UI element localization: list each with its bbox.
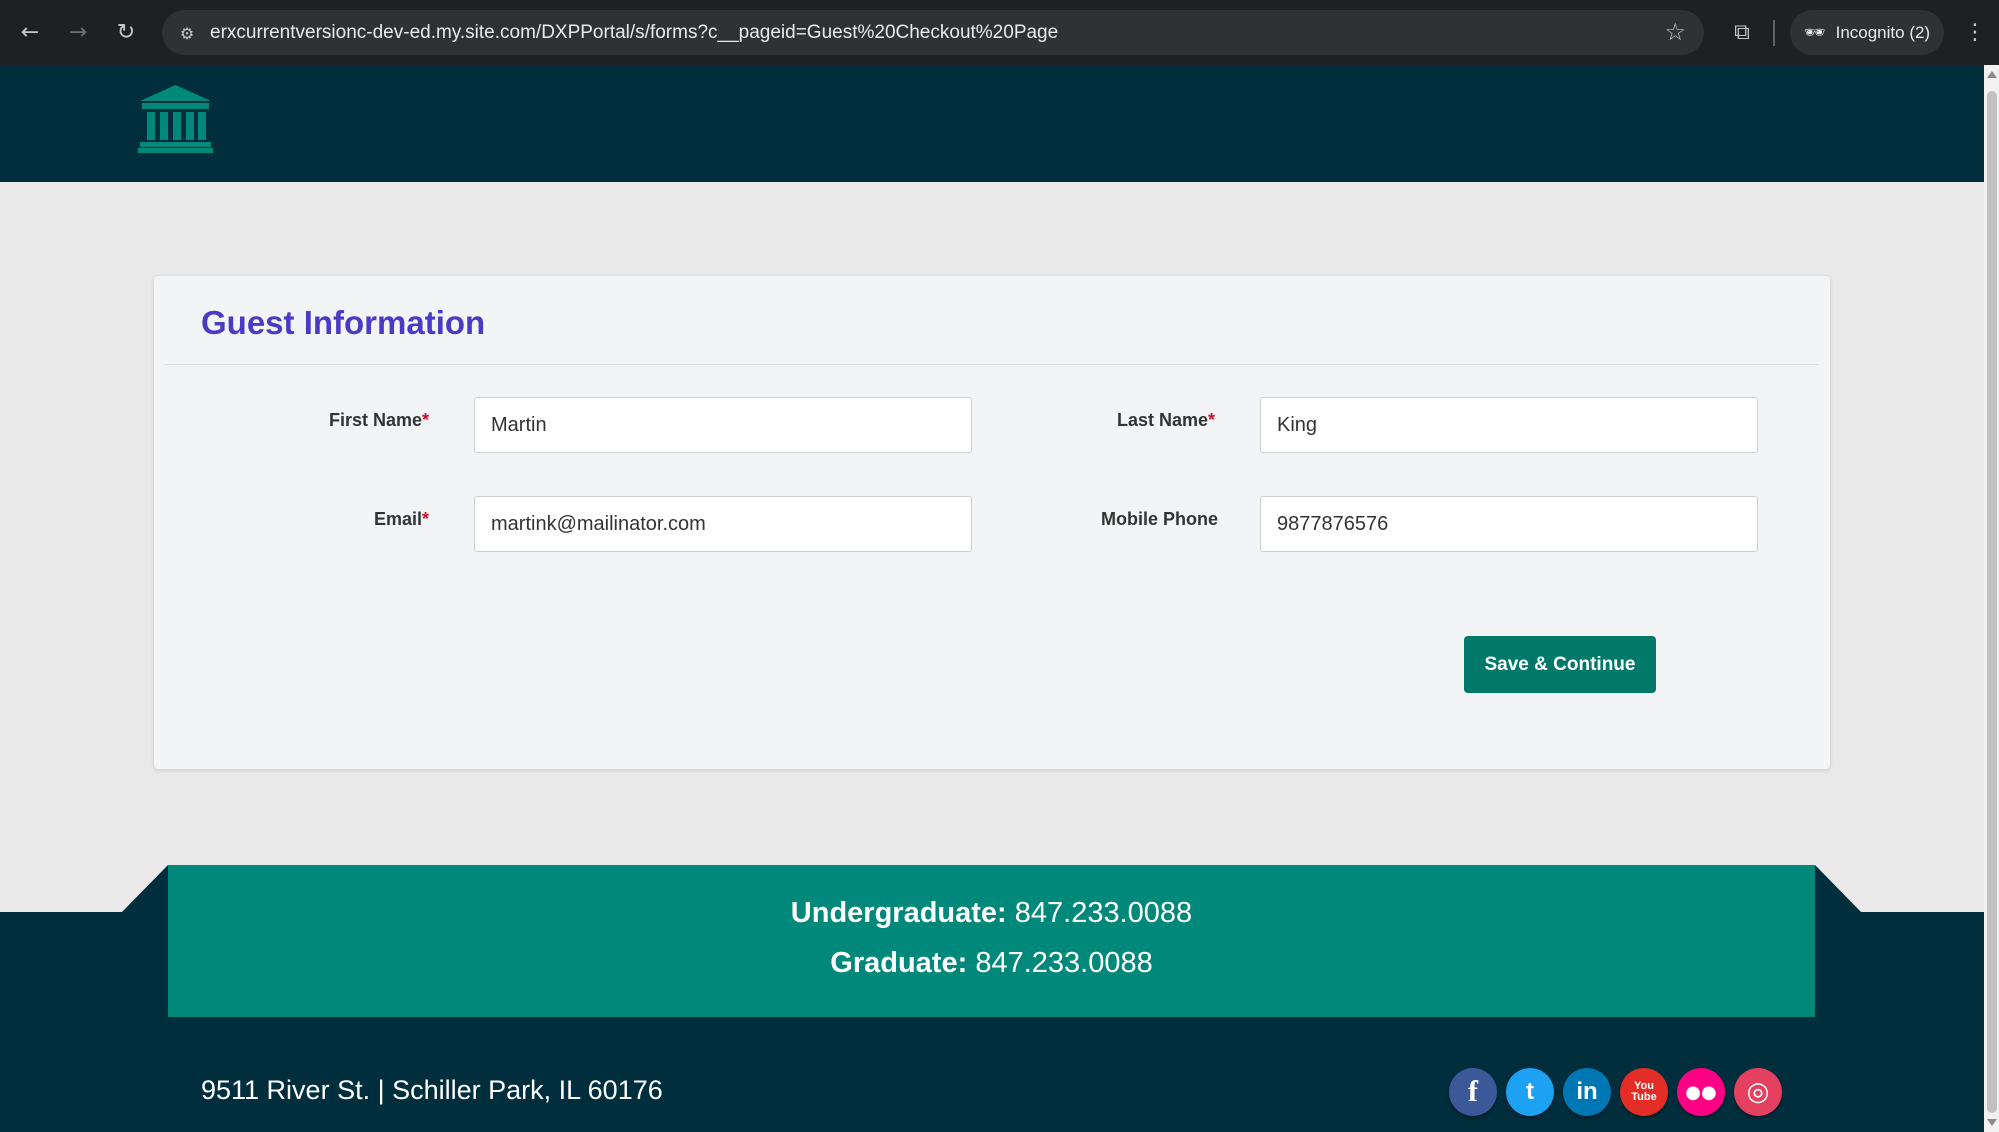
browser-toolbar: ← → ↻ ⚙ erxcurrentversionc-dev-ed.my.sit… [0,0,1999,65]
kebab-menu-icon[interactable]: ⋮ [1960,14,1990,50]
reload-icon[interactable]: ↻ [108,14,144,50]
footer-corner-right [1815,865,1861,912]
incognito-label: Incognito (2) [1835,22,1931,42]
scroll-up-arrow-icon[interactable] [1987,71,1997,78]
grad-label: Graduate: [830,947,968,979]
grad-contact: Graduate: 847.233.0088 [168,947,1815,980]
extensions-icon[interactable]: ⧉ [1724,14,1760,50]
scroll-down-arrow-icon[interactable] [1987,1119,1997,1126]
page: Guest Information First Name* Last Name*… [0,65,1984,1132]
site-header [0,65,1984,182]
facebook-icon[interactable]: f [1449,1068,1497,1116]
contact-band: Undergraduate: 847.233.0088 Graduate: 84… [168,865,1815,1017]
address-bar[interactable]: ⚙ erxcurrentversionc-dev-ed.my.site.com/… [162,10,1704,55]
email-label: Email* [374,509,430,529]
email-field[interactable] [474,496,972,552]
vertical-scrollbar[interactable] [1984,65,1999,1132]
mobile-phone-field[interactable] [1260,496,1758,552]
incognito-button[interactable]: 🕶 Incognito (2) [1790,10,1944,55]
footer-corner-left [122,865,168,912]
last-name-label: Last Name* [1117,410,1216,430]
undergrad-label: Undergraduate: [790,897,1007,929]
required-marker: * [1208,410,1216,430]
required-marker: * [422,509,430,529]
toolbar-divider [1773,20,1775,46]
incognito-icon: 🕶 [1804,22,1826,43]
flickr-icon[interactable]: ●● [1677,1068,1725,1116]
linkedin-icon[interactable]: in [1563,1068,1611,1116]
footer-address: 9511 River St. | Schiller Park, IL 60176 [201,1075,663,1105]
mobile-phone-label: Mobile Phone [1101,509,1218,529]
last-name-field[interactable] [1260,397,1758,453]
undergrad-phone-link[interactable]: 847.233.0088 [1015,897,1192,929]
first-name-field[interactable] [474,397,972,453]
youtube-icon[interactable]: You Tube [1620,1068,1668,1116]
bookmark-star-icon[interactable]: ☆ [1664,18,1686,46]
url-text[interactable]: erxcurrentversionc-dev-ed.my.site.com/DX… [210,22,1058,44]
grad-phone-link[interactable]: 847.233.0088 [975,947,1152,979]
forward-arrow-icon[interactable]: → [60,14,96,50]
save-continue-button[interactable]: Save & Continue [1464,636,1656,693]
undergrad-contact: Undergraduate: 847.233.0088 [168,897,1815,930]
title-divider [164,364,1818,365]
scrollbar-thumb[interactable] [1987,91,1997,1113]
institution-logo-icon[interactable] [138,85,213,153]
instagram-icon[interactable]: ◎ [1734,1068,1782,1116]
guest-info-card: Guest Information First Name* Last Name*… [154,276,1830,769]
first-name-label: First Name* [329,410,430,430]
twitter-icon[interactable]: t [1506,1068,1554,1116]
form-title: Guest Information [201,304,486,341]
required-marker: * [422,410,430,430]
back-arrow-icon[interactable]: ← [12,14,48,50]
site-info-icon[interactable]: ⚙ [174,20,200,46]
